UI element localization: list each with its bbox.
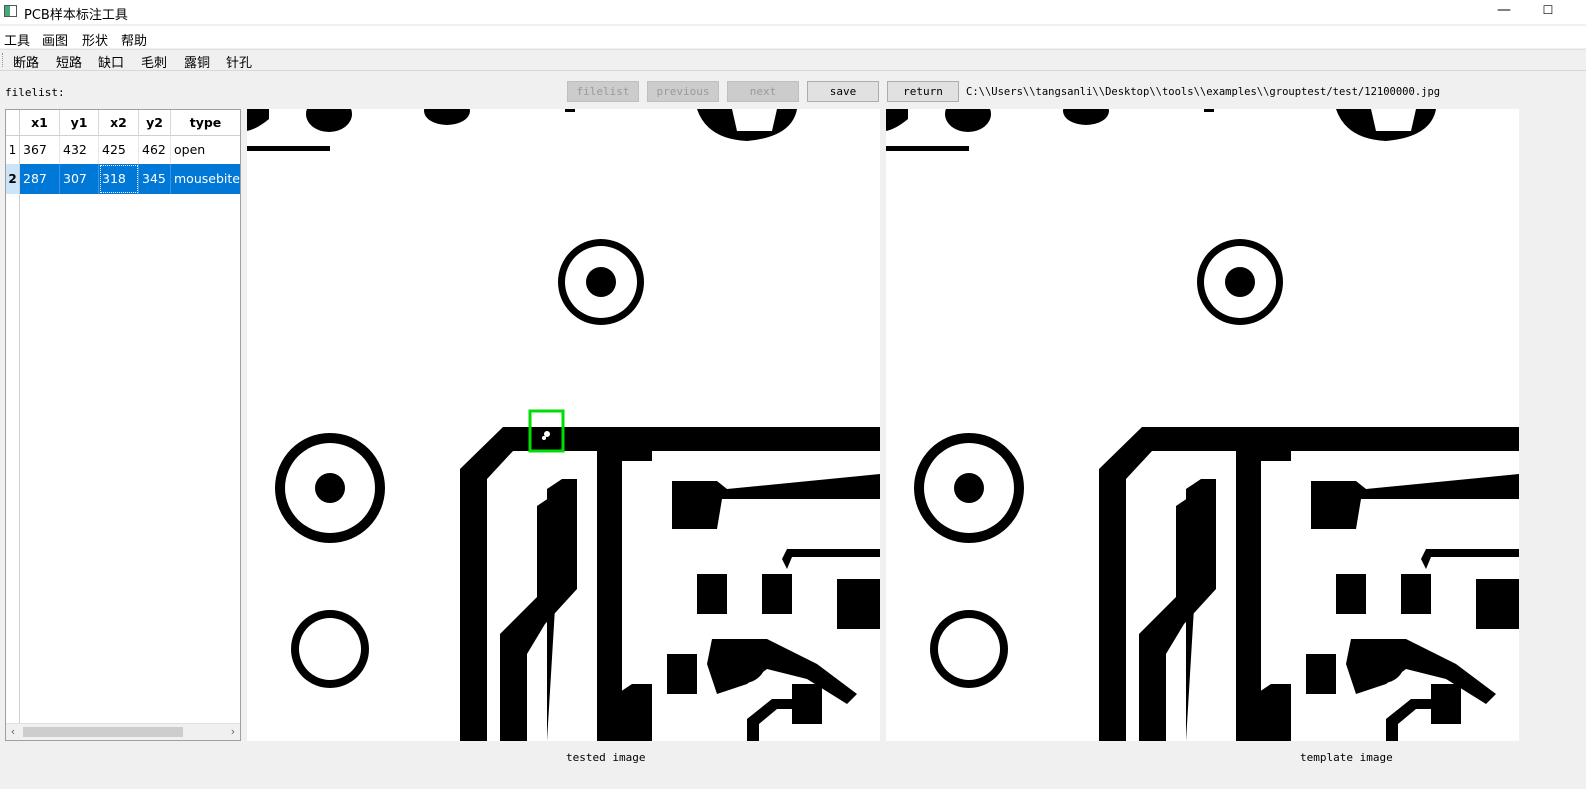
cell-y1[interactable]: 432: [60, 136, 99, 164]
table-corner[interactable]: [6, 110, 20, 136]
tool-short-circuit[interactable]: 短路: [56, 52, 82, 71]
app-icon: [4, 5, 17, 17]
tested-pcb-image: [247, 109, 880, 741]
cell-y2[interactable]: 462: [139, 136, 171, 164]
template-image-view[interactable]: [886, 109, 1519, 741]
tested-image-view[interactable]: [247, 109, 880, 741]
maximize-button[interactable]: ☐: [1536, 3, 1560, 17]
row-header[interactable]: 2: [6, 164, 20, 194]
cell-type[interactable]: open: [171, 136, 240, 164]
column-header-y1[interactable]: y1: [60, 110, 99, 136]
toolbar-grip[interactable]: [2, 53, 5, 67]
menu-help[interactable]: 帮助: [121, 30, 147, 49]
cell-y1[interactable]: 307: [60, 164, 99, 194]
previous-button[interactable]: previous: [647, 81, 719, 102]
row-header-column: [6, 194, 20, 724]
menu-draw[interactable]: 画图: [42, 30, 68, 49]
minimize-button[interactable]: —: [1492, 2, 1516, 18]
next-button[interactable]: next: [727, 81, 799, 102]
filelist-label: filelist:: [5, 86, 65, 99]
menu-shape[interactable]: 形状: [82, 30, 108, 49]
template-image-caption: template image: [1300, 751, 1393, 764]
cell-type[interactable]: mousebite: [171, 164, 240, 194]
title-bar: PCB样本标注工具 — ☐: [0, 0, 1586, 24]
window-title: PCB样本标注工具: [24, 8, 128, 23]
menu-tools[interactable]: 工具: [4, 30, 30, 49]
save-button[interactable]: save: [807, 81, 879, 102]
cell-x1[interactable]: 287: [20, 164, 60, 194]
scrollbar-thumb[interactable]: [23, 727, 183, 737]
filelist-button[interactable]: filelist: [567, 81, 639, 102]
cell-y2[interactable]: 345: [139, 164, 171, 194]
tool-pinhole[interactable]: 针孔: [226, 52, 252, 71]
scroll-left-icon[interactable]: ‹: [6, 725, 20, 738]
return-button[interactable]: return: [887, 81, 959, 102]
column-header-x2[interactable]: x2: [99, 110, 139, 136]
template-pcb-image: [886, 109, 1519, 741]
horizontal-scrollbar[interactable]: ‹ ›: [6, 723, 240, 740]
column-header-y2[interactable]: y2: [139, 110, 171, 136]
menu-bar: [0, 26, 1586, 48]
column-header-type[interactable]: type: [171, 110, 240, 136]
tool-exposed-copper[interactable]: 露铜: [184, 52, 210, 71]
row-header[interactable]: 1: [6, 136, 20, 164]
file-path: C:\\Users\\tangsanli\\Desktop\\tools\\ex…: [966, 86, 1441, 98]
tool-spur[interactable]: 毛刺: [141, 52, 167, 71]
tested-image-caption: tested image: [566, 751, 646, 764]
cell-x2[interactable]: 425: [99, 136, 139, 164]
scroll-right-icon[interactable]: ›: [226, 725, 240, 738]
tool-mousebite[interactable]: 缺口: [98, 52, 124, 71]
tool-open-circuit[interactable]: 断路: [13, 52, 39, 71]
cell-x2[interactable]: 318: [99, 164, 139, 194]
column-header-x1[interactable]: x1: [20, 110, 60, 136]
annotation-table[interactable]: x1 y1 x2 y2 type 1 367 432 425 462 open …: [5, 109, 241, 741]
cell-x1[interactable]: 367: [20, 136, 60, 164]
